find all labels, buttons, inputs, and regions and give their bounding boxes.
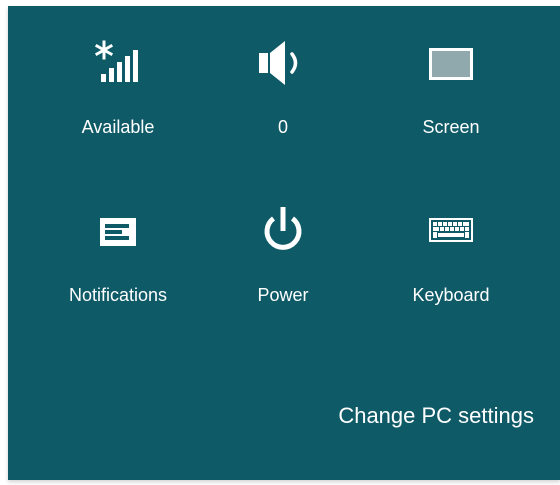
network-tile[interactable]: Available (43, 38, 193, 148)
settings-charm-panel: Available 0 Screen Notifications Power K… (8, 6, 560, 480)
network-signal-icon (43, 38, 193, 88)
network-label: Available (81, 117, 155, 137)
notifications-tile[interactable]: Notifications (43, 206, 193, 316)
volume-tile[interactable]: 0 (208, 38, 358, 148)
screen-brightness-icon (376, 38, 526, 88)
screen-label: Screen (422, 117, 480, 137)
power-icon (208, 206, 358, 256)
power-label: Power (257, 285, 309, 305)
keyboard-label: Keyboard (412, 285, 490, 305)
speaker-volume-icon (208, 38, 358, 88)
notifications-icon (43, 206, 193, 256)
power-tile[interactable]: Power (208, 206, 358, 316)
change-pc-settings-link[interactable]: Change PC settings (338, 402, 534, 430)
volume-label: 0 (277, 117, 288, 137)
keyboard-tile[interactable]: Keyboard (376, 206, 526, 316)
notifications-label: Notifications (68, 285, 168, 305)
screen-tile[interactable]: Screen (376, 38, 526, 148)
keyboard-icon (376, 206, 526, 256)
